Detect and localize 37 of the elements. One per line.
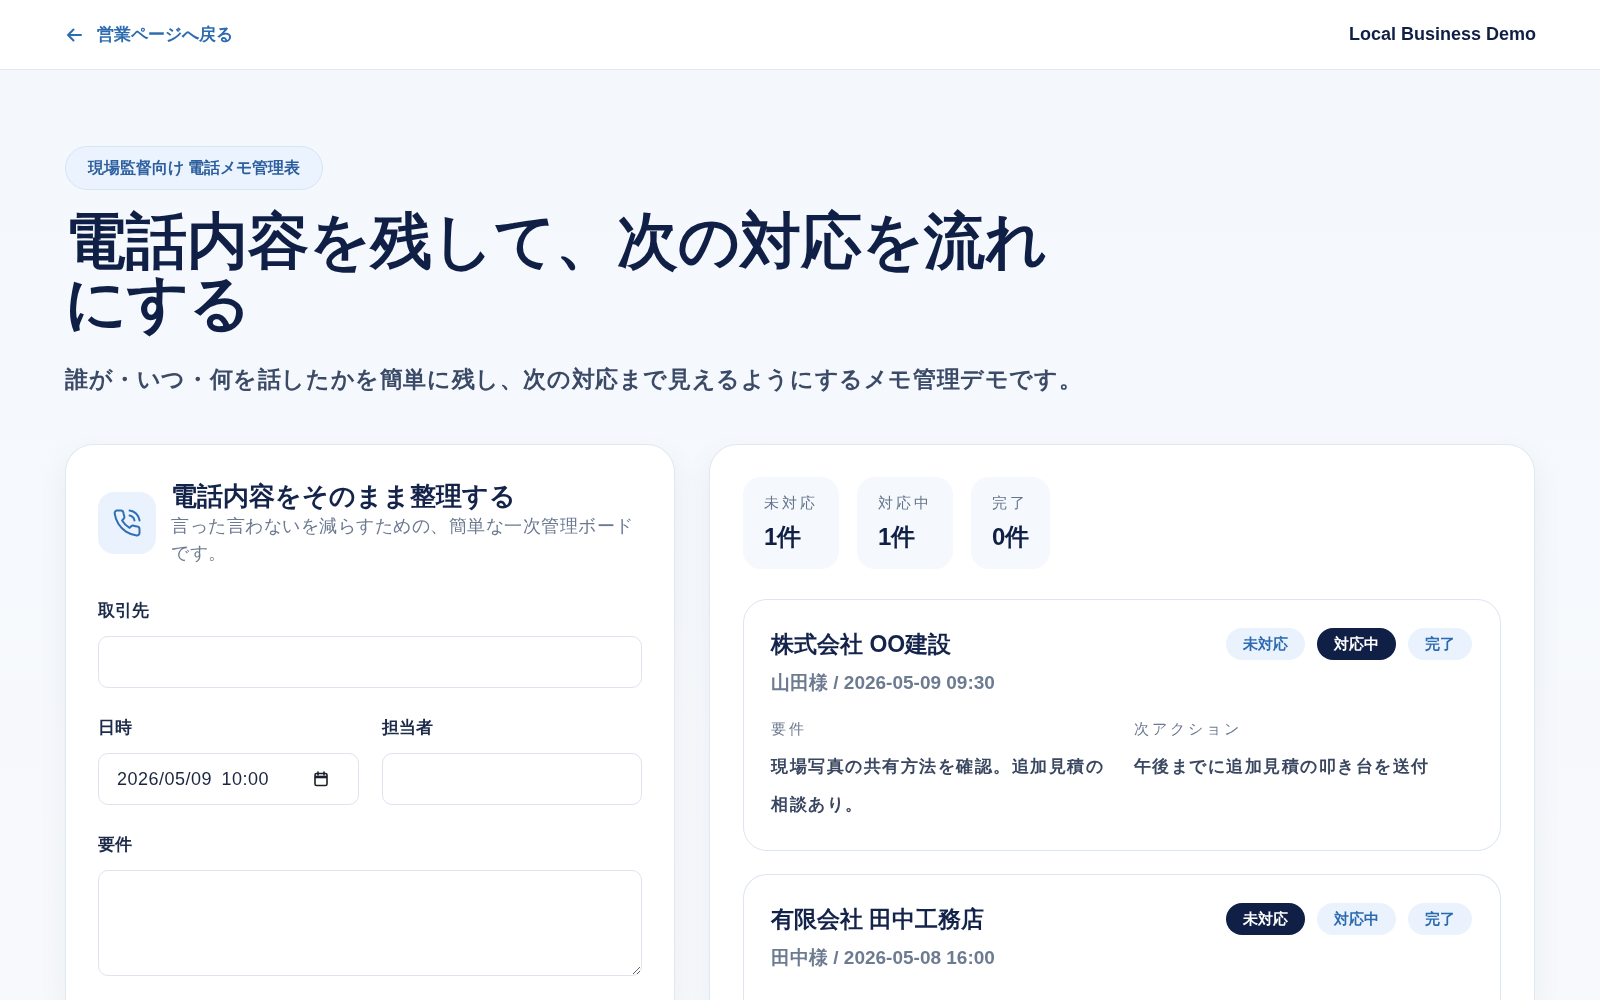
detail-text: 午後までに追加見積の叩き台を送付 (1133, 756, 1431, 778)
back-link[interactable]: 営業ページへ戻る (66, 23, 233, 46)
field-label: 取引先 (98, 600, 150, 622)
text-area[interactable] (98, 870, 642, 976)
status-button[interactable]: 完了 (1408, 903, 1472, 935)
stat-value: 0件 (992, 522, 1030, 552)
stat-label: 対応中 (878, 493, 932, 513)
stat-value: 1件 (878, 522, 917, 552)
panel-title: 電話内容をそのまま整理する (171, 480, 517, 513)
date-field[interactable]: 2026/05/09 10:00 (98, 753, 359, 805)
stat-label: 未対応 (764, 493, 818, 513)
stat-label: 完了 (992, 493, 1029, 513)
text-field[interactable] (381, 753, 642, 805)
status-button[interactable]: 未対応 (1226, 628, 1305, 660)
detail-label: 要件 (771, 719, 808, 739)
brand-name: Local Business Demo (1348, 24, 1536, 45)
field-label: 担当者 (381, 717, 434, 739)
stat-value: 1件 (764, 522, 803, 552)
arrow-left-icon (66, 27, 82, 42)
category-tag: 現場監督向け 電話メモ管理表 (65, 146, 324, 190)
company-name: 株式会社 OO建設 (771, 630, 952, 659)
field-label: 要件 (98, 834, 133, 856)
status-button[interactable]: 完了 (1408, 628, 1472, 660)
field-label: 日時 (98, 717, 133, 739)
status-button[interactable]: 未対応 (1226, 903, 1305, 935)
panel-description: 言った言わないを減らすための、簡単な一次管理ボードです。 (171, 515, 635, 565)
company-name: 有限会社 田中工務店 (771, 905, 985, 934)
status-button[interactable]: 対応中 (1317, 628, 1396, 660)
detail-label: 次アクション (1133, 719, 1243, 739)
phone-icon (98, 491, 156, 554)
status-button[interactable]: 対応中 (1317, 903, 1396, 935)
text-field[interactable] (98, 636, 642, 688)
page-subtitle: 誰が・いつ・何を話したかを簡単に残し、次の対応まで見えるようにするメモ管理デモです。 (65, 365, 1084, 394)
calendar-icon[interactable] (313, 771, 328, 787)
contact-datetime: 山田様 / 2026-05-09 09:30 (771, 671, 996, 695)
contact-datetime: 田中様 / 2026-05-08 16:00 (771, 946, 996, 970)
detail-text: 現場写真の共有方法を確認。追加見積の相談あり。 (771, 756, 1105, 816)
